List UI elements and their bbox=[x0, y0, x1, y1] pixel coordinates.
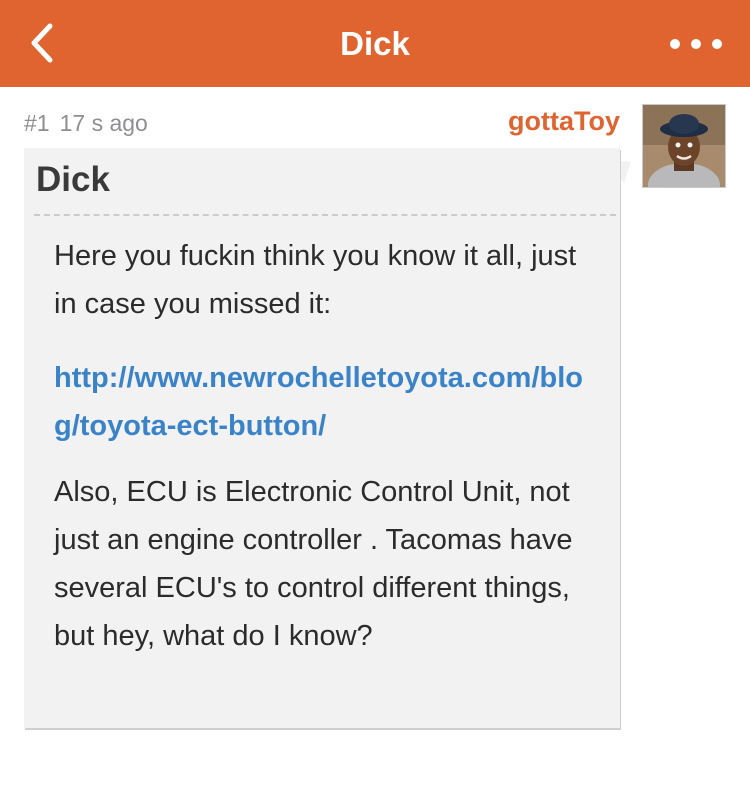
avatar[interactable] bbox=[642, 104, 726, 188]
chevron-left-icon bbox=[31, 23, 53, 63]
divider bbox=[34, 214, 616, 216]
post-paragraph-2: Also, ECU is Electronic Control Unit, no… bbox=[54, 476, 573, 652]
post-paragraph-1: Here you fuckin think you know it all, j… bbox=[54, 240, 577, 320]
post-time: 17 s ago bbox=[59, 110, 148, 136]
page-title: Dick bbox=[340, 25, 410, 62]
avatar-image bbox=[643, 105, 725, 187]
back-button[interactable] bbox=[18, 18, 68, 68]
more-options-button[interactable] bbox=[668, 30, 724, 58]
app-header: Dick bbox=[0, 0, 750, 87]
post-number: #1 bbox=[24, 110, 50, 136]
post-title: Dick bbox=[36, 160, 110, 199]
author-name[interactable]: gottaToy bbox=[508, 106, 620, 137]
more-horizontal-icon bbox=[670, 39, 722, 49]
post-link[interactable]: http://www.newrochelletoyota.com/blog/to… bbox=[54, 354, 594, 450]
post-bubble: Dick Here you fuckin think you know it a… bbox=[24, 148, 620, 728]
post-meta: #1 17 s ago bbox=[24, 110, 158, 137]
